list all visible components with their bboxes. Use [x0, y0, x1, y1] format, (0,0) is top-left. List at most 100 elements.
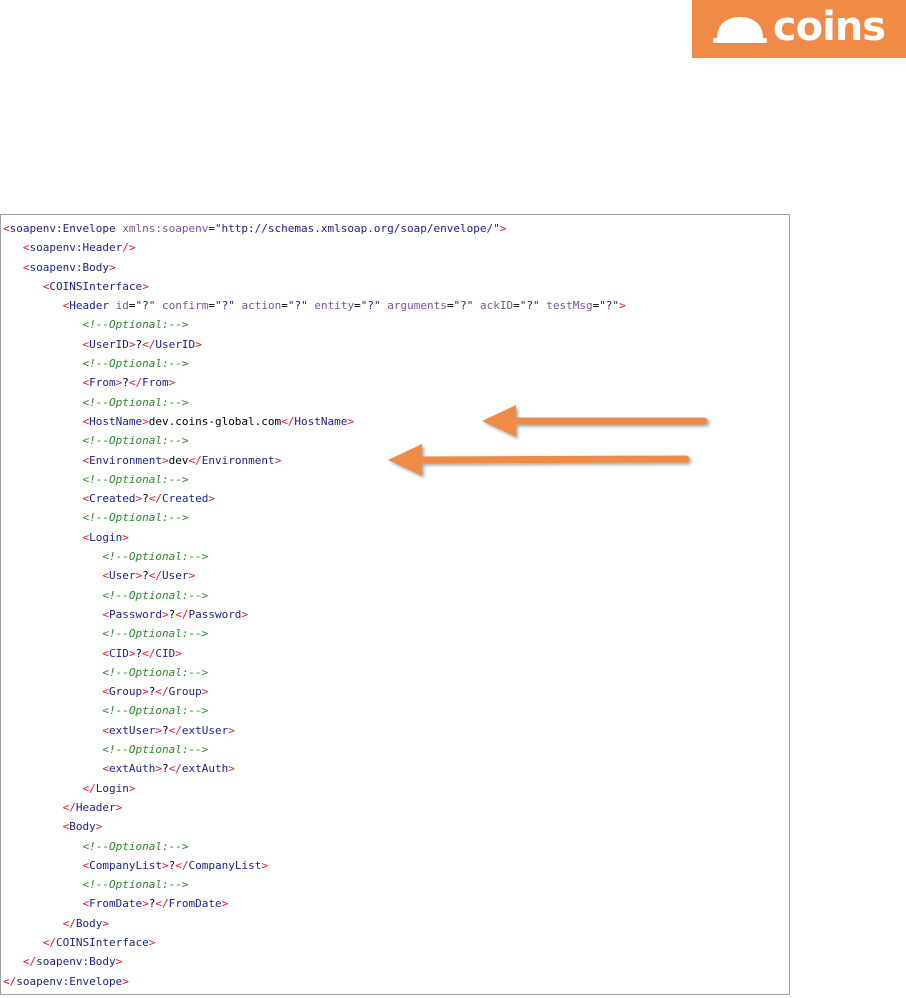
code-token: >	[142, 414, 149, 428]
code-line[interactable]: </Body>	[3, 914, 626, 933]
code-token: >	[261, 858, 268, 872]
code-token: >	[128, 781, 136, 795]
code-token: Header	[69, 299, 109, 313]
code-token: >	[241, 607, 249, 621]
code-line[interactable]: <!--Optional:-->	[3, 354, 626, 373]
code-token: <!--Optional:-->	[82, 318, 189, 332]
code-line[interactable]: <!--Optional:-->	[3, 315, 626, 334]
code-token: Password	[108, 607, 162, 621]
code-line[interactable]: </soapenv:Envelope>	[3, 972, 626, 991]
code-token: Body	[75, 916, 103, 930]
code-line[interactable]: <Created>?</Created>	[3, 489, 626, 508]
code-token: extAuth	[181, 762, 229, 776]
code-token: Login	[95, 781, 129, 795]
code-line[interactable]: <!--Optional:-->	[3, 508, 626, 527]
code-token: <!--Optional:-->	[82, 839, 189, 853]
code-line[interactable]: <extUser>?</extUser>	[3, 721, 626, 740]
code-token: HostName	[294, 414, 348, 428]
code-token: soapenv:Body	[36, 955, 116, 969]
code-line[interactable]: <extAuth>?</extAuth>	[3, 759, 626, 778]
hard-hat-icon	[712, 17, 767, 43]
code-line[interactable]: <!--Optional:-->	[3, 875, 626, 894]
code-token: <	[102, 685, 109, 699]
code-token: <	[3, 222, 10, 235]
code-line[interactable]: <!--Optional:-->	[3, 740, 626, 759]
code-token: soapenv:Header	[29, 241, 123, 255]
code-token: "?"	[360, 299, 381, 313]
code-line[interactable]: <User>?</User>	[3, 566, 626, 585]
code-line[interactable]: <!--Optional:-->	[3, 586, 626, 605]
code-token: </	[42, 935, 56, 949]
code-line[interactable]: <CID>?</CID>	[3, 644, 626, 663]
code-line[interactable]: <Environment>dev</Environment>	[3, 451, 626, 470]
code-line[interactable]: <Body>	[3, 817, 626, 836]
code-line[interactable]: </COINSInterface>	[3, 933, 626, 952]
code-token: Body	[69, 820, 96, 834]
code-line[interactable]: </soapenv:Body>	[3, 952, 626, 971]
code-token: </	[62, 800, 76, 814]
code-line[interactable]: </Header>	[3, 798, 626, 817]
code-line[interactable]: <HostName>dev.coins-global.com</HostName…	[3, 412, 626, 431]
code-token: >	[188, 569, 196, 583]
code-line[interactable]: <Login>	[3, 528, 626, 547]
code-line[interactable]: <soapenv:Header/>	[3, 238, 626, 257]
code-token: </	[155, 897, 169, 911]
code-line[interactable]: <UserID>?</UserID>	[3, 335, 626, 354]
code-line[interactable]: <!--Optional:-->	[3, 701, 626, 720]
code-token: >	[228, 762, 235, 776]
code-line[interactable]: <CompanyList>?</CompanyList>	[3, 856, 626, 875]
code-token: ?	[161, 723, 169, 737]
code-line[interactable]: <From>?</From>	[3, 373, 626, 392]
code-token: >	[148, 935, 156, 949]
code-token: action	[241, 299, 282, 313]
code-token: testMsg	[546, 299, 593, 313]
code-token: "?"	[453, 299, 474, 313]
code-token: =	[513, 299, 520, 313]
code-line[interactable]: <soapenv:Envelope xmlns:soapenv="http://…	[3, 219, 626, 238]
code-line[interactable]: <!--Optional:-->	[3, 624, 626, 643]
code-token: <	[102, 569, 109, 583]
code-token: ?	[142, 569, 149, 583]
code-line[interactable]: <!--Optional:-->	[3, 393, 626, 412]
code-line[interactable]: <FromDate>?</FromDate>	[3, 894, 626, 913]
code-line[interactable]: <COINSInterface>	[3, 277, 626, 296]
code-line[interactable]: <Header id="?" confirm="?" action="?" en…	[3, 296, 626, 315]
code-token: =	[208, 222, 215, 235]
code-line[interactable]: <!--Optional:-->	[1, 469, 787, 490]
xml-editor[interactable]: <soapenv:Envelope xmlns:soapenv="http://…	[0, 214, 790, 995]
code-token: <!--Optional:-->	[82, 511, 189, 525]
code-line[interactable]: <Password>?</Password>	[3, 605, 626, 624]
code-token: =	[208, 299, 215, 313]
code-token: "?"	[287, 299, 308, 313]
code-token: >	[619, 299, 626, 313]
code-line[interactable]: <Group>?</Group>	[3, 682, 626, 701]
code-token: confirm	[161, 299, 209, 313]
code-line[interactable]: <!--Optional:-->	[3, 837, 626, 856]
code-token: <!--Optional:-->	[82, 878, 189, 892]
code-line[interactable]: <!--Optional:-->	[3, 431, 626, 450]
code-line[interactable]: <!--Optional:-->	[3, 663, 626, 682]
code-line[interactable]: <!--Optional:-->	[3, 547, 626, 566]
code-token: >	[102, 916, 109, 930]
code-token: >	[175, 646, 182, 660]
code-token: </	[22, 955, 37, 969]
logo-text: coins	[772, 4, 886, 50]
code-line[interactable]: <soapenv:Body>	[3, 258, 626, 277]
code-token: CompanyList	[89, 858, 162, 872]
code-line[interactable]: </Login>	[3, 779, 626, 798]
code-token: >	[228, 723, 235, 737]
